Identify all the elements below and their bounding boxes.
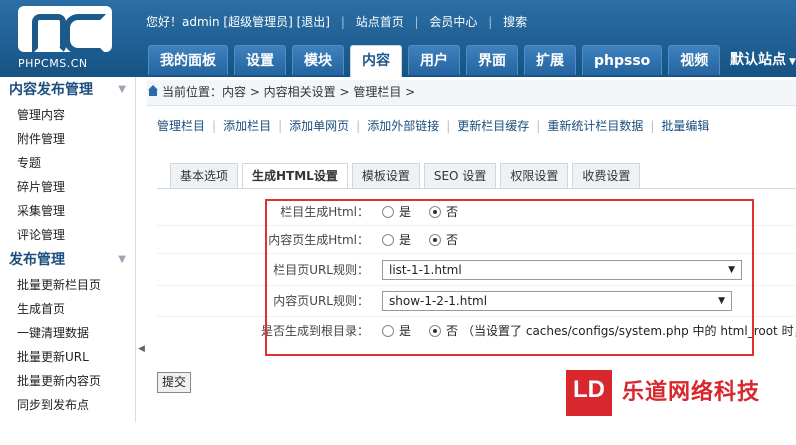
subnav-add-single-page[interactable]: 添加单网页 <box>289 119 349 133</box>
watermark-badge-subtext: 乐道网络科技 <box>573 422 604 428</box>
sidebar-item-comments[interactable]: 评论管理 <box>0 223 135 247</box>
subnav-update-cache[interactable]: 更新栏目缓存 <box>457 119 529 133</box>
subnav-add-external-link[interactable]: 添加外部链接 <box>367 119 439 133</box>
tab-settings[interactable]: 设置 <box>234 45 286 75</box>
sidebar: 内容发布管理 ▼ 管理内容 附件管理 专题 碎片管理 采集管理 评论管理 发布管… <box>0 77 136 422</box>
divider: | <box>356 119 361 133</box>
collapse-arrow-icon[interactable]: ▼ <box>118 77 126 103</box>
tab-basic-options[interactable]: 基本选项 <box>170 163 239 188</box>
subnav-manage-category[interactable]: 管理栏目 <box>157 119 205 133</box>
greeting-text: 您好！admin [超级管理员] <box>146 15 293 29</box>
home-icon <box>147 85 159 97</box>
sidebar-item-clean-data[interactable]: 一键清理数据 <box>0 321 135 345</box>
subnav-recount-data[interactable]: 重新统计栏目数据 <box>547 119 643 133</box>
divider: | <box>414 15 419 29</box>
sidebar-section-publish[interactable]: 发布管理 ▼ <box>0 247 135 273</box>
divider: | <box>650 119 655 133</box>
logo-mark <box>18 6 112 52</box>
tab-video[interactable]: 视频 <box>668 45 721 75</box>
tab-html-settings[interactable]: 生成HTML设置 <box>242 163 348 189</box>
sidebar-toggle-icon[interactable]: ◀ <box>138 344 146 354</box>
subnav-add-category[interactable]: 添加栏目 <box>223 119 271 133</box>
top-nav: 您好！admin [超级管理员] [退出] | 站点首页 | 会员中心 | 搜索 <box>146 13 527 30</box>
tab-phpsso[interactable]: phpsso <box>582 45 663 75</box>
divider: | <box>446 119 451 133</box>
sidebar-item-update-url[interactable]: 批量更新URL <box>0 345 135 369</box>
site-select[interactable]: 默认站点 ▼ <box>730 45 796 75</box>
tab-charge-settings[interactable]: 收费设置 <box>572 163 641 188</box>
divider: | <box>278 119 283 133</box>
tab-extensions[interactable]: 扩展 <box>524 45 576 75</box>
watermark-logo: LD 乐道网络科技 乐道网络科技 <box>566 370 796 428</box>
sidebar-section-title: 内容发布管理 <box>9 82 93 98</box>
watermark-badge: LD 乐道网络科技 <box>566 370 612 428</box>
main-tabs: 我的面板 设置 模块 内容 用户 界面 扩展 phpsso 视频 <box>148 45 726 77</box>
sub-nav: 管理栏目 | 添加栏目 | 添加单网页 | 添加外部链接 | 更新栏目缓存 | 重新统计栏目数据 | 批… <box>157 117 709 134</box>
tab-my-panel[interactable]: 我的面板 <box>148 45 228 75</box>
sidebar-item-manage-content[interactable]: 管理内容 <box>0 103 135 127</box>
divider: | <box>488 15 493 29</box>
tab-content[interactable]: 内容 <box>350 45 402 77</box>
tab-permission-settings[interactable]: 权限设置 <box>500 163 569 188</box>
settings-tabs: 基本选项 生成HTML设置 模板设置 SEO 设置 权限设置 收费设置 <box>170 163 644 189</box>
collapse-arrow-icon[interactable]: ▼ <box>118 247 126 273</box>
sidebar-item-generate-home[interactable]: 生成首页 <box>0 297 135 321</box>
logo-text: PHPCMS.CN <box>18 57 88 70</box>
tab-modules[interactable]: 模块 <box>292 45 344 75</box>
sidebar-section-title: 发布管理 <box>9 252 65 268</box>
sidebar-item-collect[interactable]: 采集管理 <box>0 199 135 223</box>
member-center-link[interactable]: 会员中心 <box>429 13 477 30</box>
watermark-badge-text: LD <box>573 376 605 403</box>
sidebar-item-update-content-pages[interactable]: 批量更新内容页 <box>0 369 135 393</box>
tab-users[interactable]: 用户 <box>408 45 460 75</box>
sidebar-item-special[interactable]: 专题 <box>0 151 135 175</box>
divider: | <box>212 119 217 133</box>
logout-link[interactable]: [退出] <box>297 13 330 30</box>
sidebar-section-content-publish[interactable]: 内容发布管理 ▼ <box>0 77 135 103</box>
watermark-text: 乐道网络科技 <box>622 380 761 405</box>
chevron-down-icon: ▼ <box>789 57 796 67</box>
highlight-box <box>265 199 754 356</box>
sidebar-item-fragments[interactable]: 碎片管理 <box>0 175 135 199</box>
divider: | <box>340 15 345 29</box>
breadcrumb: 当前位置：内容 > 内容相关设置 > 管理栏目 > <box>147 80 796 106</box>
tab-divider <box>157 188 796 189</box>
breadcrumb-text: 当前位置：内容 > 内容相关设置 > 管理栏目 > <box>162 85 416 99</box>
search-link[interactable]: 搜索 <box>503 13 527 30</box>
sidebar-item-attachments[interactable]: 附件管理 <box>0 127 135 151</box>
subnav-batch-edit[interactable]: 批量编辑 <box>661 119 709 133</box>
tab-interface[interactable]: 界面 <box>466 45 518 75</box>
tab-seo-settings[interactable]: SEO 设置 <box>423 163 497 188</box>
site-home-link[interactable]: 站点首页 <box>356 13 404 30</box>
divider: | <box>536 119 541 133</box>
sidebar-item-update-category-pages[interactable]: 批量更新栏目页 <box>0 273 135 297</box>
submit-button[interactable]: 提交 <box>157 372 192 393</box>
sidebar-item-sync-publish[interactable]: 同步到发布点 <box>0 393 135 417</box>
phpcms-logo[interactable]: PHPCMS.CN <box>18 6 118 72</box>
header: PHPCMS.CN 您好！admin [超级管理员] [退出] | 站点首页 |… <box>0 0 796 77</box>
tab-template-settings[interactable]: 模板设置 <box>351 163 420 188</box>
site-select-label: 默认站点 <box>730 52 786 68</box>
